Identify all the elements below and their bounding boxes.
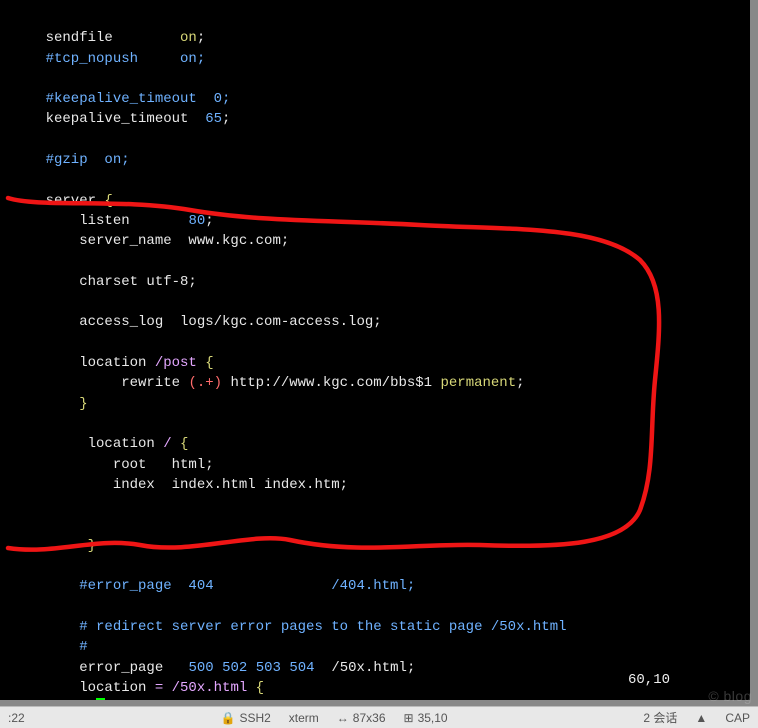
code-comment: #tcp_nopush on; [12, 51, 205, 67]
code-indent [12, 396, 79, 412]
status-indicator: ▲ [695, 709, 707, 726]
code-line: /50x.html; [315, 660, 416, 676]
code-number: 504 [289, 660, 314, 676]
code-line: access_log logs/kgc.com-access.log; [12, 314, 382, 330]
status-caps: CAP [725, 709, 750, 726]
code-keyword: on [180, 30, 197, 46]
code-line: error_page [12, 660, 188, 676]
status-time: :22 [8, 711, 25, 725]
lock-icon: 🔒 [220, 711, 235, 725]
code-number: 500 [188, 660, 213, 676]
code-line: server [12, 193, 104, 209]
code-line: location [12, 355, 155, 371]
code-comment: #error_page 404 /404.html; [12, 578, 415, 594]
code-indent [12, 538, 88, 554]
code-brace: { [180, 436, 188, 452]
code-comment: # [12, 639, 88, 655]
watermark: © blog [708, 688, 752, 704]
code-line: location [12, 680, 155, 696]
text-cursor [96, 698, 105, 700]
code-brace: } [79, 396, 87, 412]
code-line: location [12, 436, 163, 452]
code-brace: } [88, 538, 96, 554]
code-number: 80 [188, 213, 205, 229]
status-bar: :22 🔒 SSH2 xterm ↔ 87x36 ⊞ 35,10 2 会话 ▲ … [0, 706, 758, 728]
code-regex: (.+) [188, 375, 222, 391]
code-line: charset utf-8; [12, 274, 197, 290]
code-line: rewrite [12, 375, 188, 391]
code-keyword: permanent [440, 375, 516, 391]
code-line: listen [12, 213, 188, 229]
code-path: /post [155, 355, 205, 371]
status-termsize: ↔ 87x36 [337, 711, 386, 725]
code-brace: { [256, 680, 264, 696]
code-comment: # redirect server error pages to the sta… [12, 619, 567, 635]
status-sessions: 2 会话 [643, 709, 677, 726]
code-line: root html; [12, 457, 214, 473]
code-semicolon: ; [222, 111, 230, 127]
code-line: server_name www.kgc.com; [12, 233, 289, 249]
code-path: / [163, 436, 180, 452]
code-comment: #keepalive_timeout 0; [12, 91, 230, 107]
resize-icon: ↔ [337, 711, 349, 725]
code-brace: { [104, 193, 112, 209]
vim-position: 60,10 [628, 670, 670, 690]
code-path: = /50x.html [155, 680, 256, 696]
code-number: 503 [256, 660, 281, 676]
grid-icon: ⊞ [404, 711, 414, 725]
code-semicolon: ; [197, 30, 205, 46]
code-line: keepalive_timeout [12, 111, 205, 127]
terminal-window[interactable]: sendfile on; #tcp_nopush on; #keepalive_… [0, 0, 750, 700]
code-line: http://www.kgc.com/bbs$1 [222, 375, 440, 391]
code-number: 502 [222, 660, 247, 676]
status-term: xterm [289, 711, 319, 725]
code-line: index index.html index.htm; [12, 477, 348, 493]
code-number: 65 [205, 111, 222, 127]
status-rowcol: ⊞ 35,10 [404, 711, 448, 725]
code-semicolon: ; [516, 375, 524, 391]
status-ssh: 🔒 SSH2 [220, 711, 270, 725]
code-line: sendfile [12, 30, 180, 46]
code-comment: #gzip on; [12, 152, 130, 168]
code-brace: { [205, 355, 213, 371]
code-semicolon: ; [205, 213, 213, 229]
